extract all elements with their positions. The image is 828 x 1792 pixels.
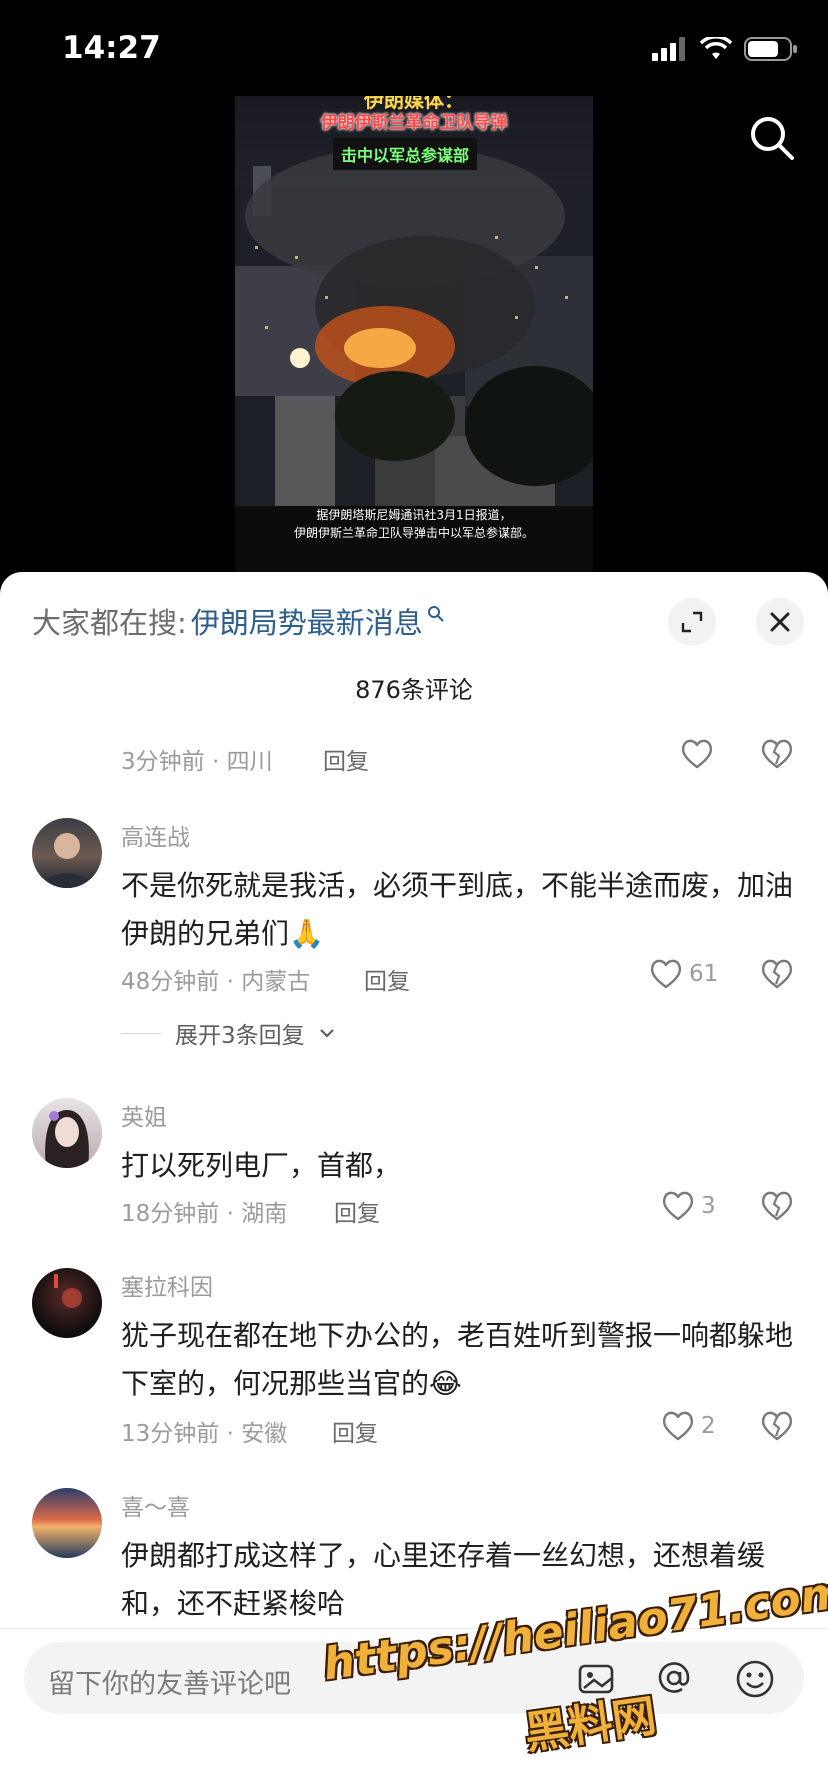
comment-text: 不是你死就是我活，必须干到底，不能半途而废，加油伊朗的兄弟们🙏	[121, 869, 794, 950]
username[interactable]: 塞拉科因	[121, 1268, 213, 1302]
image-icon[interactable]	[576, 1658, 616, 1702]
caption-title-2: 击中以军总参谋部	[333, 138, 478, 170]
comment-meta: 18分钟前 · 湖南	[121, 1201, 288, 1227]
trending-prefix: 大家都在搜:	[32, 606, 187, 640]
broken-heart-icon	[761, 959, 793, 989]
signal-icon	[652, 37, 685, 61]
avatar[interactable]	[32, 1098, 102, 1168]
video-subtitle-2: 伊朗伊斯兰革命卫队导弹击中以军总参谋部。	[293, 526, 534, 540]
wifi-icon	[700, 37, 732, 59]
close-panel-button[interactable]	[756, 598, 804, 646]
comment-text: 犹子现在都在地下办公的，老百姓听到警报一响都躲地下室的，何况那些当官的😂	[121, 1319, 794, 1400]
trending-search[interactable]: 大家都在搜: 伊朗局势最新消息	[32, 600, 445, 642]
like-count: 61	[689, 961, 719, 987]
dislike-button[interactable]	[760, 1190, 794, 1226]
close-icon	[770, 612, 790, 632]
status-bar: 14:27	[0, 0, 828, 100]
avatar-portrait	[45, 1110, 89, 1168]
dislike-button[interactable]	[760, 1410, 794, 1446]
broken-heart-icon	[761, 739, 793, 769]
heart-icon	[662, 1411, 694, 1441]
heart-icon	[662, 1191, 694, 1221]
status-icons	[652, 36, 798, 62]
battery-icon	[744, 37, 797, 61]
video-player[interactable]: 伊朗媒体： 伊朗伊斯兰革命卫队导弹 击中以军总参谋部 据伊朗塔斯尼姆通讯社3月1…	[235, 96, 593, 576]
comments-panel: 大家都在搜: 伊朗局势最新消息 876条评论 3分钟前 · 四川 回复 高连战 …	[0, 572, 828, 1792]
comment-input-bar: 留下你的友善评论吧	[0, 1628, 828, 1792]
comment-count: 876条评论	[355, 676, 473, 704]
reply-button[interactable]: 回复	[332, 1414, 378, 1448]
avatar[interactable]	[32, 818, 102, 888]
username[interactable]: 英姐	[121, 1098, 167, 1132]
dislike-button[interactable]	[760, 738, 794, 774]
comment-meta: 13分钟前 · 安徽	[121, 1421, 288, 1447]
at-mention-icon[interactable]	[654, 1658, 694, 1702]
fullscreen-icon	[681, 611, 703, 633]
heart-icon	[681, 739, 713, 769]
username[interactable]: 喜～喜	[121, 1488, 190, 1522]
avatar-portrait	[44, 833, 90, 888]
search-icon[interactable]	[746, 112, 798, 164]
comment-input[interactable]: 留下你的友善评论吧	[24, 1642, 804, 1714]
comment-meta: 48分钟前 · 内蒙古	[121, 969, 311, 995]
username[interactable]: 高连战	[121, 818, 190, 852]
broken-heart-icon	[761, 1191, 793, 1221]
comment-text: 伊朗都打成这样了，心里还存着一丝幻想，还想着缓和，还不赶紧梭哈	[121, 1539, 766, 1620]
like-count: 3	[701, 1193, 716, 1219]
like-button[interactable]: 3	[661, 1190, 716, 1222]
avatar-portrait	[54, 1274, 82, 1308]
trending-link[interactable]: 伊朗局势最新消息	[191, 600, 423, 642]
comment-text: 打以死列电厂，首都，	[121, 1149, 402, 1182]
dislike-button[interactable]	[760, 958, 794, 994]
divider-line	[121, 1032, 161, 1034]
like-button[interactable]: 61	[649, 958, 718, 990]
video-subtitle-1: 据伊朗塔斯尼姆通讯社3月1日报道，	[316, 508, 512, 522]
chevron-down-icon	[319, 1029, 334, 1038]
broken-heart-icon	[761, 1411, 793, 1441]
avatar[interactable]	[32, 1488, 102, 1558]
comment-input-placeholder: 留下你的友善评论吧	[48, 1669, 291, 1700]
avatar[interactable]	[32, 1268, 102, 1338]
comment-meta: 3分钟前 · 四川	[121, 749, 273, 775]
like-button[interactable]	[680, 738, 714, 770]
like-count: 2	[701, 1413, 716, 1439]
status-time: 14:27	[62, 30, 161, 66]
expand-replies-label: 展开3条回复	[175, 1023, 305, 1049]
reply-button[interactable]: 回复	[323, 742, 369, 776]
heart-icon	[650, 959, 682, 989]
reply-button[interactable]: 回复	[334, 1194, 380, 1228]
reply-button[interactable]: 回复	[364, 962, 410, 996]
expand-panel-button[interactable]	[668, 598, 716, 646]
like-button[interactable]: 2	[661, 1410, 716, 1442]
caption-title-1: 伊朗伊斯兰革命卫队导弹	[320, 113, 508, 133]
small-search-icon	[427, 606, 444, 622]
emoji-icon[interactable]	[734, 1658, 776, 1704]
expand-replies-button[interactable]: 展开3条回复	[121, 1016, 335, 1050]
